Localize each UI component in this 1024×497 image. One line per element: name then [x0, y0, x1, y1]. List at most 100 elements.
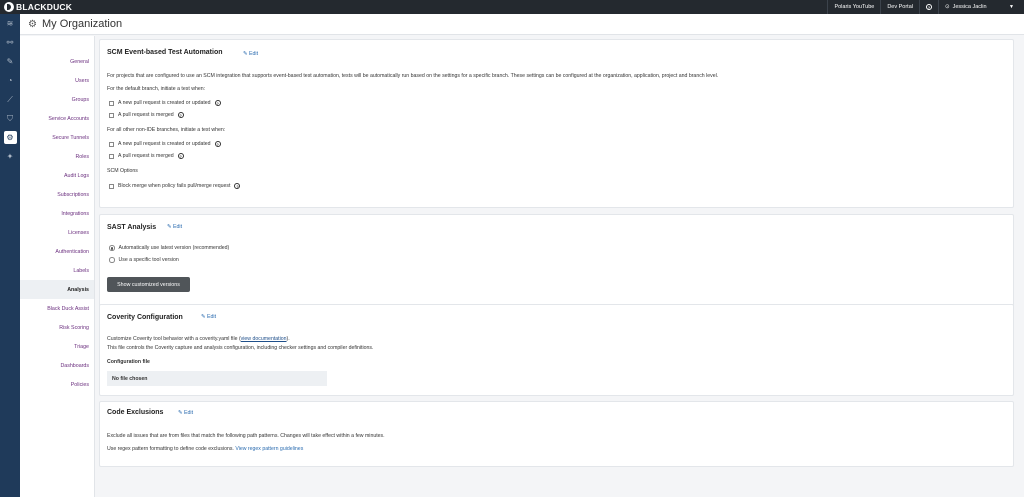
left-rail: ≋ ⚯ ✎ ◔ ⟋ ⛉ ⚙ ✦ [0, 14, 20, 497]
edit-label: Edit [206, 314, 217, 320]
subnav-item-general[interactable]: General [20, 52, 94, 71]
radio-button[interactable] [109, 245, 115, 251]
subnav-item-policies[interactable]: Policies [20, 375, 94, 394]
subnav-item-roles[interactable]: Roles [20, 147, 94, 166]
settings-subnav: General Users Groups Service Accounts Se… [20, 36, 95, 497]
chevron-down-icon: ▼ [1009, 4, 1014, 10]
other-pr-merged-option[interactable]: A pull request is merged ? [109, 153, 184, 159]
rail-item-settings[interactable]: ⚙ [0, 128, 20, 147]
help-icon[interactable]: ? [177, 153, 184, 159]
subnav-item-service-accounts[interactable]: Service Accounts [20, 109, 94, 128]
radio-button[interactable] [109, 257, 115, 263]
configuration-file-input[interactable]: No file chosen [107, 371, 327, 386]
text-segment: Customize Coverity tool behavior with a … [107, 336, 241, 342]
help-icon[interactable]: ? [177, 112, 184, 118]
card-title: Coverity Configuration [107, 314, 183, 321]
regex-guidelines-link[interactable]: View regex pattern guidelines [235, 446, 303, 452]
coverity-description-line2: This file controls the Coverity capture … [107, 345, 374, 351]
card-title: SAST Analysis [107, 224, 157, 231]
main-content: SCM Event-based Test Automation ✎ Edit F… [96, 36, 1020, 497]
rail-item-layers[interactable]: ≋ [0, 14, 20, 33]
wrench-icon: ✎ [6, 57, 14, 66]
pencil-icon: ✎ [178, 410, 183, 416]
logo-mark-icon [4, 2, 14, 12]
help-icon[interactable]: ? [234, 183, 241, 189]
gear-icon: ⚙ [3, 131, 17, 144]
layers-icon: ≋ [6, 19, 14, 28]
rail-item-pie-chart[interactable]: ◔ [0, 71, 20, 90]
option-label: Automatically use latest version (recomm… [118, 245, 230, 251]
coverity-edit-button[interactable]: ✎ Edit [201, 314, 216, 320]
scm-automation-card: SCM Event-based Test Automation ✎ Edit F… [99, 39, 1014, 208]
text-segment: ). [286, 336, 290, 342]
help-icon[interactable]: ? [214, 100, 221, 106]
subnav-item-authentication[interactable]: Authentication [20, 242, 94, 261]
subnav-item-secure-tunnels[interactable]: Secure Tunnels [20, 128, 94, 147]
specific-version-option[interactable]: Use a specific tool version [109, 257, 179, 263]
dev-portal-link[interactable]: Dev Portal [880, 0, 919, 14]
sparkle-icon: ✦ [6, 152, 14, 161]
other-branches-label: For all other non-IDE branches, initiate… [107, 127, 226, 133]
block-merge-option[interactable]: Block merge when policy fails pull/merge… [109, 183, 241, 189]
subnav-item-labels[interactable]: Labels [20, 261, 94, 280]
help-button[interactable]: ? [919, 0, 938, 14]
text-segment: Use regex pattern formatting to define c… [107, 446, 236, 452]
checkbox[interactable] [109, 153, 114, 159]
subnav-item-audit-logs[interactable]: Audit Logs [20, 166, 94, 185]
scm-options-label: SCM Options [107, 168, 138, 174]
brand-logo[interactable]: BLACKDUCK [0, 2, 100, 12]
polaris-youtube-link[interactable]: Polaris YouTube [827, 0, 880, 14]
checkbox[interactable] [109, 183, 114, 189]
card-title: SCM Event-based Test Automation [107, 49, 223, 56]
checkbox[interactable] [109, 100, 114, 106]
option-label: A new pull request is created or updated [118, 100, 211, 106]
rail-item-wrench[interactable]: ✎ [0, 52, 20, 71]
exclusions-edit-button[interactable]: ✎ Edit [178, 410, 193, 416]
edit-label: Edit [172, 224, 183, 230]
help-icon[interactable]: ? [214, 141, 221, 147]
option-label: A new pull request is created or updated [118, 141, 211, 147]
default-pr-merged-option[interactable]: A pull request is merged ? [109, 112, 184, 118]
pencil-icon: ✎ [243, 51, 248, 57]
subnav-item-analysis[interactable]: Analysis [20, 280, 94, 299]
option-label: A pull request is merged [118, 153, 174, 159]
checkbox[interactable] [109, 141, 114, 147]
sast-edit-button[interactable]: ✎ Edit [167, 224, 182, 230]
latest-version-option[interactable]: Automatically use latest version (recomm… [109, 245, 229, 251]
other-pr-created-option[interactable]: A new pull request is created or updated… [109, 141, 221, 147]
user-name: Jessica Jaclin [952, 4, 987, 10]
exclusions-description: Exclude all issues that are from files t… [107, 433, 385, 439]
card-title: Code Exclusions [107, 409, 164, 416]
pencil-icon: ✎ [167, 224, 172, 230]
rail-item-trend[interactable]: ⟋ [0, 90, 20, 109]
subnav-item-integrations[interactable]: Integrations [20, 204, 94, 223]
subnav-item-triage[interactable]: Triage [20, 337, 94, 356]
coverity-description-line1: Customize Coverity tool behavior with a … [107, 336, 290, 342]
subnav-item-dashboards[interactable]: Dashboards [20, 356, 94, 375]
subnav-item-licenses[interactable]: Licenses [20, 223, 94, 242]
subnav-item-users[interactable]: Users [20, 71, 94, 90]
show-customized-versions-button[interactable]: Show customized versions [107, 277, 190, 292]
view-documentation-link[interactable]: view documentation [241, 336, 287, 342]
pencil-icon: ✎ [201, 314, 206, 320]
option-label: Use a specific tool version [118, 257, 179, 263]
subnav-item-groups[interactable]: Groups [20, 90, 94, 109]
code-exclusions-card: Code Exclusions ✎ Edit Exclude all issue… [99, 401, 1014, 467]
page-title: My Organization [41, 18, 123, 30]
rail-item-shield[interactable]: ⛉ [0, 109, 20, 128]
scm-intro-text: For projects that are configured to use … [107, 73, 719, 79]
subnav-item-subscriptions[interactable]: Subscriptions [20, 185, 94, 204]
rail-item-assist[interactable]: ✦ [0, 147, 20, 166]
rail-item-link[interactable]: ⚯ [0, 33, 20, 52]
default-pr-created-option[interactable]: A new pull request is created or updated… [109, 100, 221, 106]
checkbox[interactable] [109, 112, 114, 118]
option-label: A pull request is merged [118, 112, 174, 118]
subnav-spacer [20, 36, 94, 52]
user-menu[interactable]: ⊙ Jessica Jaclin ▼ [938, 0, 1024, 14]
top-right-links: Polaris YouTube Dev Portal ? ⊙ Jessica J… [827, 0, 1024, 14]
subnav-item-black-duck-assist[interactable]: Black Duck Assist [20, 299, 94, 318]
scm-edit-button[interactable]: ✎ Edit [243, 51, 258, 57]
subnav-item-risk-scoring[interactable]: Risk Scoring [20, 318, 94, 337]
top-bar: BLACKDUCK Polaris YouTube Dev Portal ? ⊙… [0, 0, 1024, 14]
exclusions-regex-note: Use regex pattern formatting to define c… [107, 446, 303, 452]
